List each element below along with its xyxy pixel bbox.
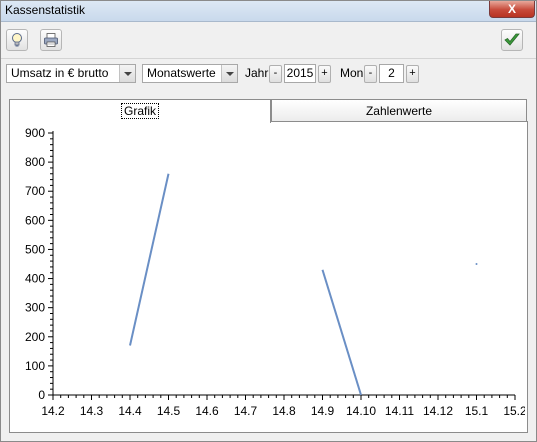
x-tick-label: 15.2: [503, 404, 525, 418]
filter-bar: Umsatz in € brutto Monatswerte Jahr - 20…: [1, 59, 536, 89]
x-tick-label: 14.3: [80, 404, 104, 418]
close-button[interactable]: X: [489, 1, 535, 18]
confirm-button[interactable]: [501, 29, 523, 51]
series-line: [321, 269, 362, 396]
series-line: [129, 173, 170, 346]
period-select[interactable]: Monatswerte: [142, 64, 238, 83]
lightbulb-icon: [12, 33, 22, 47]
x-tick-label: 15.1: [465, 404, 489, 418]
printer-icon: [44, 33, 58, 47]
chevron-down-icon[interactable]: [221, 65, 237, 82]
y-tick-label: 800: [25, 155, 45, 169]
y-tick-label: 400: [25, 272, 45, 286]
x-tick-label: 14.2: [41, 404, 65, 418]
month-increment-button[interactable]: +: [406, 65, 419, 83]
y-tick-label: 0: [38, 388, 45, 402]
year-field[interactable]: 2015: [284, 64, 316, 83]
tab-grafik[interactable]: Grafik: [9, 99, 271, 123]
toolbar: [1, 22, 536, 59]
view-tabs: Grafik Zahlenwerte: [9, 99, 529, 123]
y-tick-label: 300: [25, 301, 45, 315]
y-tick-label: 500: [25, 242, 45, 256]
x-tick-label: 14.12: [423, 404, 453, 418]
x-tick-label: 14.4: [118, 404, 142, 418]
print-button[interactable]: [40, 29, 62, 51]
title-bar: Kassenstatistik X: [1, 1, 536, 22]
month-decrement-button[interactable]: -: [364, 65, 377, 83]
tab-zahlenwerte[interactable]: Zahlenwerte: [271, 99, 527, 121]
year-decrement-button[interactable]: -: [269, 65, 282, 83]
tab-grafik-label: Grafik: [120, 103, 159, 119]
y-tick-label: 600: [25, 213, 45, 227]
tab-zahlenwerte-label: Zahlenwerte: [365, 104, 433, 118]
window-title: Kassenstatistik: [5, 3, 86, 17]
year-increment-button[interactable]: +: [318, 65, 331, 83]
line-chart: 0 100 200 300 400 500 600 700 800 900 14.2 14.3 14.4…: [25, 126, 525, 418]
metric-select-value: Umsatz in € brutto: [11, 66, 109, 80]
kassenstatistik-window: Kassenstatistik X Umsatz in € brutto Mon…: [0, 0, 537, 442]
y-tick-label: 100: [25, 359, 45, 373]
data-point: [475, 263, 478, 265]
x-tick-label: 14.5: [157, 404, 181, 418]
x-tick-label: 14.8: [272, 404, 296, 418]
y-tick-label: 900: [25, 126, 45, 140]
year-label: Jahr: [245, 66, 269, 80]
y-tick-label: 700: [25, 184, 45, 198]
month-field[interactable]: 2: [379, 64, 404, 83]
checkmark-icon: [504, 33, 520, 46]
period-select-value: Monatswerte: [147, 66, 216, 80]
x-tick-label: 14.10: [346, 404, 376, 418]
x-tick-label: 14.7: [234, 404, 258, 418]
metric-select[interactable]: Umsatz in € brutto: [6, 64, 136, 83]
x-tick-label: 14.6: [195, 404, 219, 418]
y-tick-label: 200: [25, 330, 45, 344]
month-label: Mon: [340, 66, 364, 80]
x-tick-label: 14.9: [311, 404, 335, 418]
chevron-down-icon[interactable]: [119, 65, 135, 82]
x-tick-label: 14.11: [385, 404, 414, 418]
hint-button[interactable]: [6, 29, 28, 51]
